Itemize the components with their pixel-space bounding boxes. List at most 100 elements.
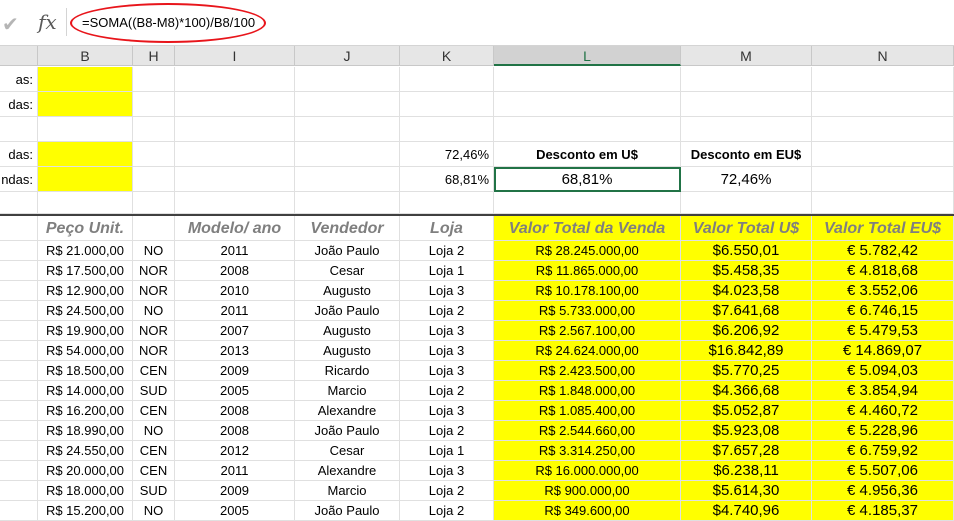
table-cell-peco[interactable]: R$ 20.000,00: [38, 461, 133, 481]
table-cell-peco[interactable]: R$ 18.500,00: [38, 361, 133, 381]
table-cell-usd[interactable]: $4.366,68: [681, 381, 812, 401]
header-valor-usd[interactable]: Valor Total U$: [681, 216, 812, 241]
table-cell-reg[interactable]: NOR: [133, 341, 175, 361]
cell-M4[interactable]: Desconto em EU$: [681, 142, 812, 167]
table-cell-eur[interactable]: € 6.759,92: [812, 441, 954, 461]
table-cell-ano[interactable]: 2009: [175, 361, 295, 381]
table-cell-vend[interactable]: Cesar: [295, 261, 400, 281]
table-cell-reg[interactable]: CEN: [133, 401, 175, 421]
table-cell-eur[interactable]: € 5.479,53: [812, 321, 954, 341]
table-cell-total[interactable]: R$ 3.314.250,00: [494, 441, 681, 461]
table-cell-vend[interactable]: Alexandre: [295, 401, 400, 421]
table-cell-peco[interactable]: R$ 15.200,00: [38, 501, 133, 521]
table-cell-peco[interactable]: R$ 12.900,00: [38, 281, 133, 301]
cell-B1[interactable]: [38, 67, 133, 92]
table-cell-ano[interactable]: 2007: [175, 321, 295, 341]
table-cell-total[interactable]: R$ 11.865.000,00: [494, 261, 681, 281]
cell-M3[interactable]: [681, 117, 812, 142]
table-cell-ano[interactable]: 2008: [175, 261, 295, 281]
column-header-N[interactable]: N: [812, 46, 954, 66]
table-cell-total[interactable]: R$ 900.000,00: [494, 481, 681, 501]
table-cell-loja[interactable]: Loja 2: [400, 501, 494, 521]
table-cell-peco[interactable]: R$ 24.500,00: [38, 301, 133, 321]
table-cell-peco[interactable]: R$ 18.000,00: [38, 481, 133, 501]
table-cell-blank[interactable]: [0, 501, 38, 521]
table-cell-reg[interactable]: CEN: [133, 361, 175, 381]
table-cell-peco[interactable]: R$ 24.550,00: [38, 441, 133, 461]
table-cell-blank[interactable]: [0, 401, 38, 421]
table-cell-ano[interactable]: 2011: [175, 241, 295, 261]
table-cell-loja[interactable]: Loja 2: [400, 301, 494, 321]
table-cell-loja[interactable]: Loja 2: [400, 241, 494, 261]
cell-N6[interactable]: [812, 192, 954, 214]
cell-K1[interactable]: [400, 67, 494, 92]
table-cell-vend[interactable]: João Paulo: [295, 301, 400, 321]
table-cell-total[interactable]: R$ 16.000.000,00: [494, 461, 681, 481]
table-cell-blank[interactable]: [0, 261, 38, 281]
table-cell-loja[interactable]: Loja 3: [400, 461, 494, 481]
column-header-B[interactable]: B: [38, 46, 133, 66]
cell-N1[interactable]: [812, 67, 954, 92]
table-cell-total[interactable]: R$ 24.624.000,00: [494, 341, 681, 361]
table-cell-usd[interactable]: $5.770,25: [681, 361, 812, 381]
table-cell-blank[interactable]: [0, 461, 38, 481]
table-cell-usd[interactable]: $4.023,58: [681, 281, 812, 301]
table-cell-usd[interactable]: $5.614,30: [681, 481, 812, 501]
header-loja[interactable]: Loja: [400, 216, 494, 241]
selected-cell-L5[interactable]: 68,81%: [494, 167, 681, 192]
table-cell-ano[interactable]: 2012: [175, 441, 295, 461]
table-cell-blank[interactable]: [0, 441, 38, 461]
table-cell-ano[interactable]: 2008: [175, 421, 295, 441]
table-cell-eur[interactable]: € 3.854,94: [812, 381, 954, 401]
table-cell-reg[interactable]: NOR: [133, 281, 175, 301]
table-cell-total[interactable]: R$ 2.544.660,00: [494, 421, 681, 441]
cell-J1[interactable]: [295, 67, 400, 92]
table-cell-blank[interactable]: [0, 301, 38, 321]
table-cell-reg[interactable]: CEN: [133, 441, 175, 461]
table-cell-loja[interactable]: Loja 2: [400, 421, 494, 441]
table-cell-ano[interactable]: 2005: [175, 501, 295, 521]
table-cell-ano[interactable]: 2013: [175, 341, 295, 361]
table-cell-usd[interactable]: $5.923,08: [681, 421, 812, 441]
table-cell-peco[interactable]: R$ 54.000,00: [38, 341, 133, 361]
table-cell-vend[interactable]: Marcio: [295, 381, 400, 401]
table-cell-loja[interactable]: Loja 2: [400, 381, 494, 401]
cell-B2[interactable]: [38, 92, 133, 117]
cell-M6[interactable]: [681, 192, 812, 214]
table-cell-ano[interactable]: 2011: [175, 301, 295, 321]
table-cell-loja[interactable]: Loja 3: [400, 341, 494, 361]
cell-L4[interactable]: Desconto em U$: [494, 142, 681, 167]
table-cell-eur[interactable]: € 4.956,36: [812, 481, 954, 501]
table-cell-usd[interactable]: $7.641,68: [681, 301, 812, 321]
cell-J5[interactable]: [295, 167, 400, 192]
table-cell-ano[interactable]: 2005: [175, 381, 295, 401]
table-cell-total[interactable]: R$ 349.600,00: [494, 501, 681, 521]
cell-B5[interactable]: [38, 167, 133, 192]
table-cell-reg[interactable]: CEN: [133, 461, 175, 481]
cell-B4[interactable]: [38, 142, 133, 167]
table-cell-blank[interactable]: [0, 341, 38, 361]
table-cell-eur[interactable]: € 5.507,06: [812, 461, 954, 481]
cell-H5[interactable]: [133, 167, 175, 192]
table-cell-eur[interactable]: € 4.185,37: [812, 501, 954, 521]
table-cell-usd[interactable]: $6.550,01: [681, 241, 812, 261]
table-cell-total[interactable]: R$ 2.423.500,00: [494, 361, 681, 381]
cell-B3[interactable]: [38, 117, 133, 142]
header-peco[interactable]: Peço Unit.: [38, 216, 133, 241]
header-regiao[interactable]: [133, 216, 175, 241]
cell-M5[interactable]: 72,46%: [681, 167, 812, 192]
table-cell-ano[interactable]: 2010: [175, 281, 295, 301]
table-cell-reg[interactable]: NOR: [133, 321, 175, 341]
column-header-L[interactable]: L: [494, 46, 681, 66]
column-header-I[interactable]: I: [175, 46, 295, 66]
table-cell-ano[interactable]: 2009: [175, 481, 295, 501]
table-cell-total[interactable]: R$ 1.848.000,00: [494, 381, 681, 401]
table-cell-loja[interactable]: Loja 3: [400, 361, 494, 381]
table-cell-loja[interactable]: Loja 3: [400, 401, 494, 421]
cell-I5[interactable]: [175, 167, 295, 192]
table-cell-vend[interactable]: João Paulo: [295, 421, 400, 441]
table-cell-reg[interactable]: NO: [133, 241, 175, 261]
table-cell-usd[interactable]: $5.458,35: [681, 261, 812, 281]
cell-K4[interactable]: 72,46%: [400, 142, 494, 167]
table-cell-reg[interactable]: NOR: [133, 261, 175, 281]
